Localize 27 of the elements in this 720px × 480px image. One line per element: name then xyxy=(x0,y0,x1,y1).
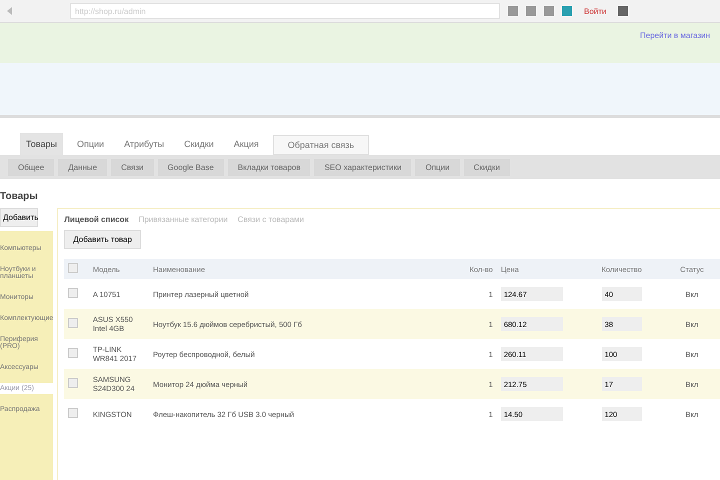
add-product-button[interactable]: Добавить товар xyxy=(64,230,141,249)
subtab[interactable]: Вкладки товаров xyxy=(228,158,310,176)
tab[interactable]: Скидки xyxy=(178,133,220,155)
checkbox[interactable] xyxy=(68,263,78,273)
tab[interactable]: Обратная связь xyxy=(272,135,370,155)
tab[interactable]: Опции xyxy=(70,133,110,155)
subtab[interactable]: Общее xyxy=(8,158,54,176)
subtab[interactable]: Google Base xyxy=(158,158,224,176)
checkbox[interactable] xyxy=(68,348,78,358)
checkbox[interactable] xyxy=(68,408,78,418)
tab[interactable]: Акция xyxy=(228,133,265,155)
subtab[interactable]: Связи xyxy=(111,158,154,176)
store-link[interactable]: Перейти в магазин xyxy=(640,31,710,63)
tab[interactable]: Товары xyxy=(20,133,63,155)
add-button[interactable]: Добавить xyxy=(0,208,38,227)
login-button[interactable]: Войти xyxy=(580,6,610,16)
checkbox[interactable] xyxy=(68,378,78,388)
checkbox[interactable] xyxy=(68,288,78,298)
subtab[interactable]: Скидки xyxy=(464,158,510,176)
checkbox[interactable] xyxy=(68,318,78,328)
subtab[interactable]: Опции xyxy=(415,158,460,176)
tab[interactable]: Атрибуты xyxy=(118,133,170,155)
page-heading: Товары xyxy=(0,190,39,204)
subtab[interactable]: Данные xyxy=(58,158,108,176)
panel-tab[interactable]: Лицевой список xyxy=(64,215,129,224)
back-icon[interactable] xyxy=(6,7,14,15)
subtab[interactable]: SEO характеристики xyxy=(314,158,412,176)
